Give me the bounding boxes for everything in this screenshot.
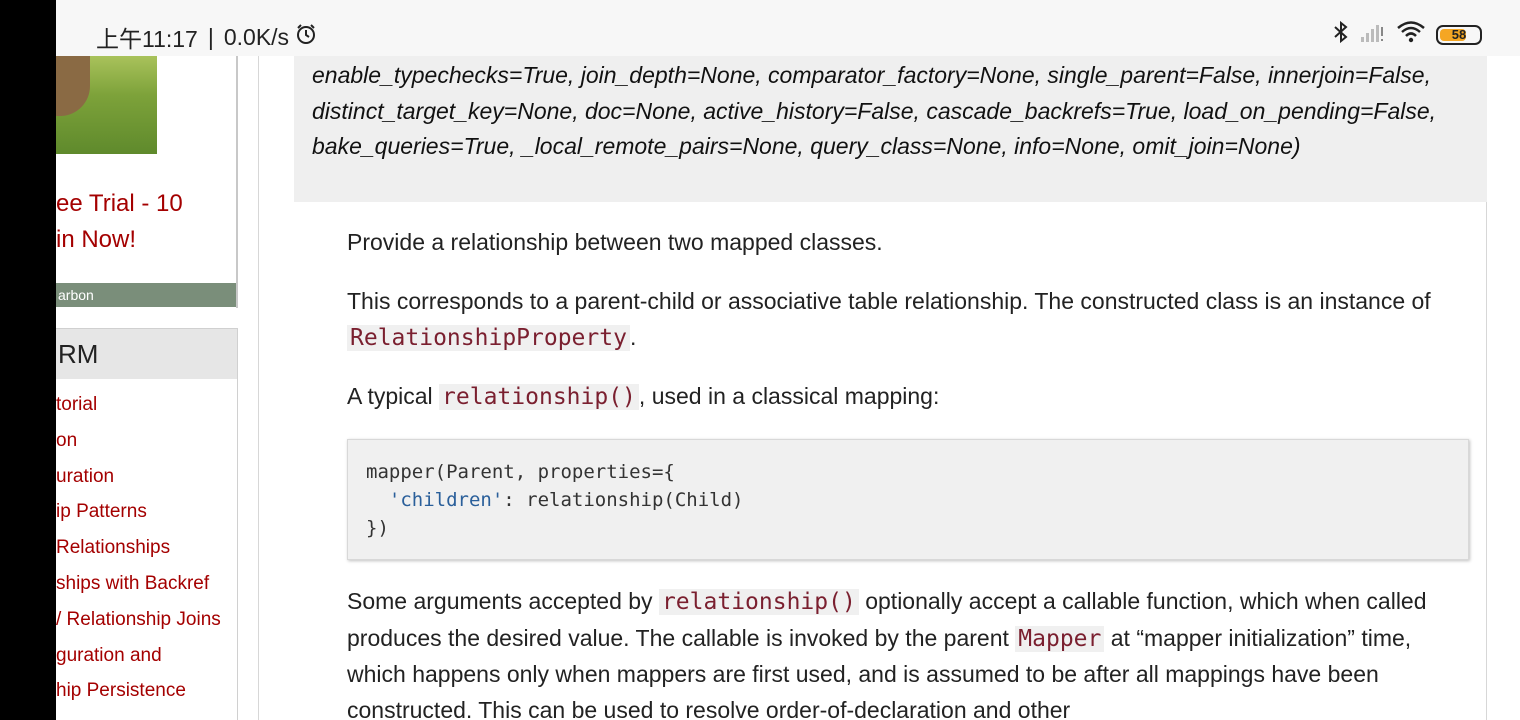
code-line-1: mapper(Parent, properties={ — [366, 461, 675, 483]
code-string: 'children' — [388, 489, 504, 511]
code-line-3: }) — [366, 517, 389, 539]
orm-nav-item[interactable]: hip Persistence — [56, 673, 237, 709]
paragraph-callables: Some arguments accepted by relationship(… — [347, 584, 1457, 720]
paragraph-summary: Provide a relationship between two mappe… — [347, 229, 883, 255]
orm-nav-item[interactable]: uration — [56, 459, 237, 495]
text: This corresponds to a parent-child or as… — [347, 288, 1431, 314]
battery-level: 58 — [1451, 27, 1467, 42]
bluetooth-icon — [1332, 20, 1350, 49]
orm-nav-item[interactable]: guration and — [56, 638, 237, 674]
mapper-link[interactable]: Mapper — [1015, 625, 1105, 652]
ad-line1[interactable]: ee Trial - 10 — [56, 186, 183, 222]
signature-text: enable_typechecks=True, join_depth=None,… — [312, 62, 1437, 159]
orm-nav-item[interactable]: on — [56, 423, 237, 459]
ad-box: ee Trial - 10 in Now! arbon — [56, 56, 238, 308]
sidebar: ee Trial - 10 in Now! arbon RM torial on… — [56, 56, 238, 720]
paragraph-description: This corresponds to a parent-child or as… — [347, 284, 1457, 356]
orm-nav-item[interactable]: ip Patterns — [56, 494, 237, 530]
paragraph-example-intro: A typical relationship(), used in a clas… — [347, 379, 1457, 416]
orm-nav-header[interactable]: RM — [56, 329, 237, 379]
orm-nav-item[interactable]: ships with Backref — [56, 566, 237, 602]
text: , used in a classical mapping: — [638, 383, 940, 409]
code-example: mapper(Parent, properties={ 'children': … — [347, 439, 1469, 560]
ad-image[interactable] — [56, 56, 157, 154]
ad-figure — [56, 56, 90, 116]
left-bezel — [0, 0, 56, 720]
doc-content: enable_typechecks=True, join_depth=None,… — [258, 56, 1487, 720]
ad-line2[interactable]: in Now! — [56, 222, 183, 258]
ad-link[interactable]: ee Trial - 10 in Now! — [56, 186, 183, 258]
code-line-2: : relationship(Child) — [503, 489, 744, 511]
battery-icon: 58 — [1436, 24, 1482, 45]
signal-icon — [1360, 21, 1386, 48]
text: A typical — [347, 383, 440, 409]
status-separator: | — [207, 23, 214, 50]
network-speed: 0.0K/s — [223, 23, 290, 50]
orm-nav-item[interactable]: Relationships — [56, 530, 237, 566]
status-bar: 上午11:17 | 0.0K/s 58 — [56, 0, 1520, 56]
ad-footer[interactable]: arbon — [56, 283, 236, 307]
orm-nav-item[interactable]: / Relationship Joins — [56, 602, 237, 638]
orm-nav-panel: RM torial on uration ip Patterns Relatio… — [56, 328, 238, 720]
orm-nav-item[interactable]: torial — [56, 387, 237, 423]
status-time: 上午11:17 — [96, 26, 198, 52]
status-right: 58 — [1332, 20, 1482, 49]
alarm-icon — [295, 23, 317, 51]
text: Some arguments accepted by — [347, 588, 659, 614]
function-signature: enable_typechecks=True, join_depth=None,… — [294, 56, 1487, 202]
code-text: mapper(Parent, properties={ 'children': … — [348, 440, 1468, 542]
status-left: 上午11:17 | 0.0K/s — [96, 20, 317, 54]
orm-nav-list: torial on uration ip Patterns Relationsh… — [56, 387, 237, 709]
wifi-icon — [1396, 20, 1426, 49]
relationshipproperty-link[interactable]: RelationshipProperty — [347, 324, 630, 351]
relationship-link[interactable]: relationship() — [658, 589, 859, 615]
text: . — [629, 323, 637, 350]
relationship-link[interactable]: relationship() — [439, 384, 639, 410]
